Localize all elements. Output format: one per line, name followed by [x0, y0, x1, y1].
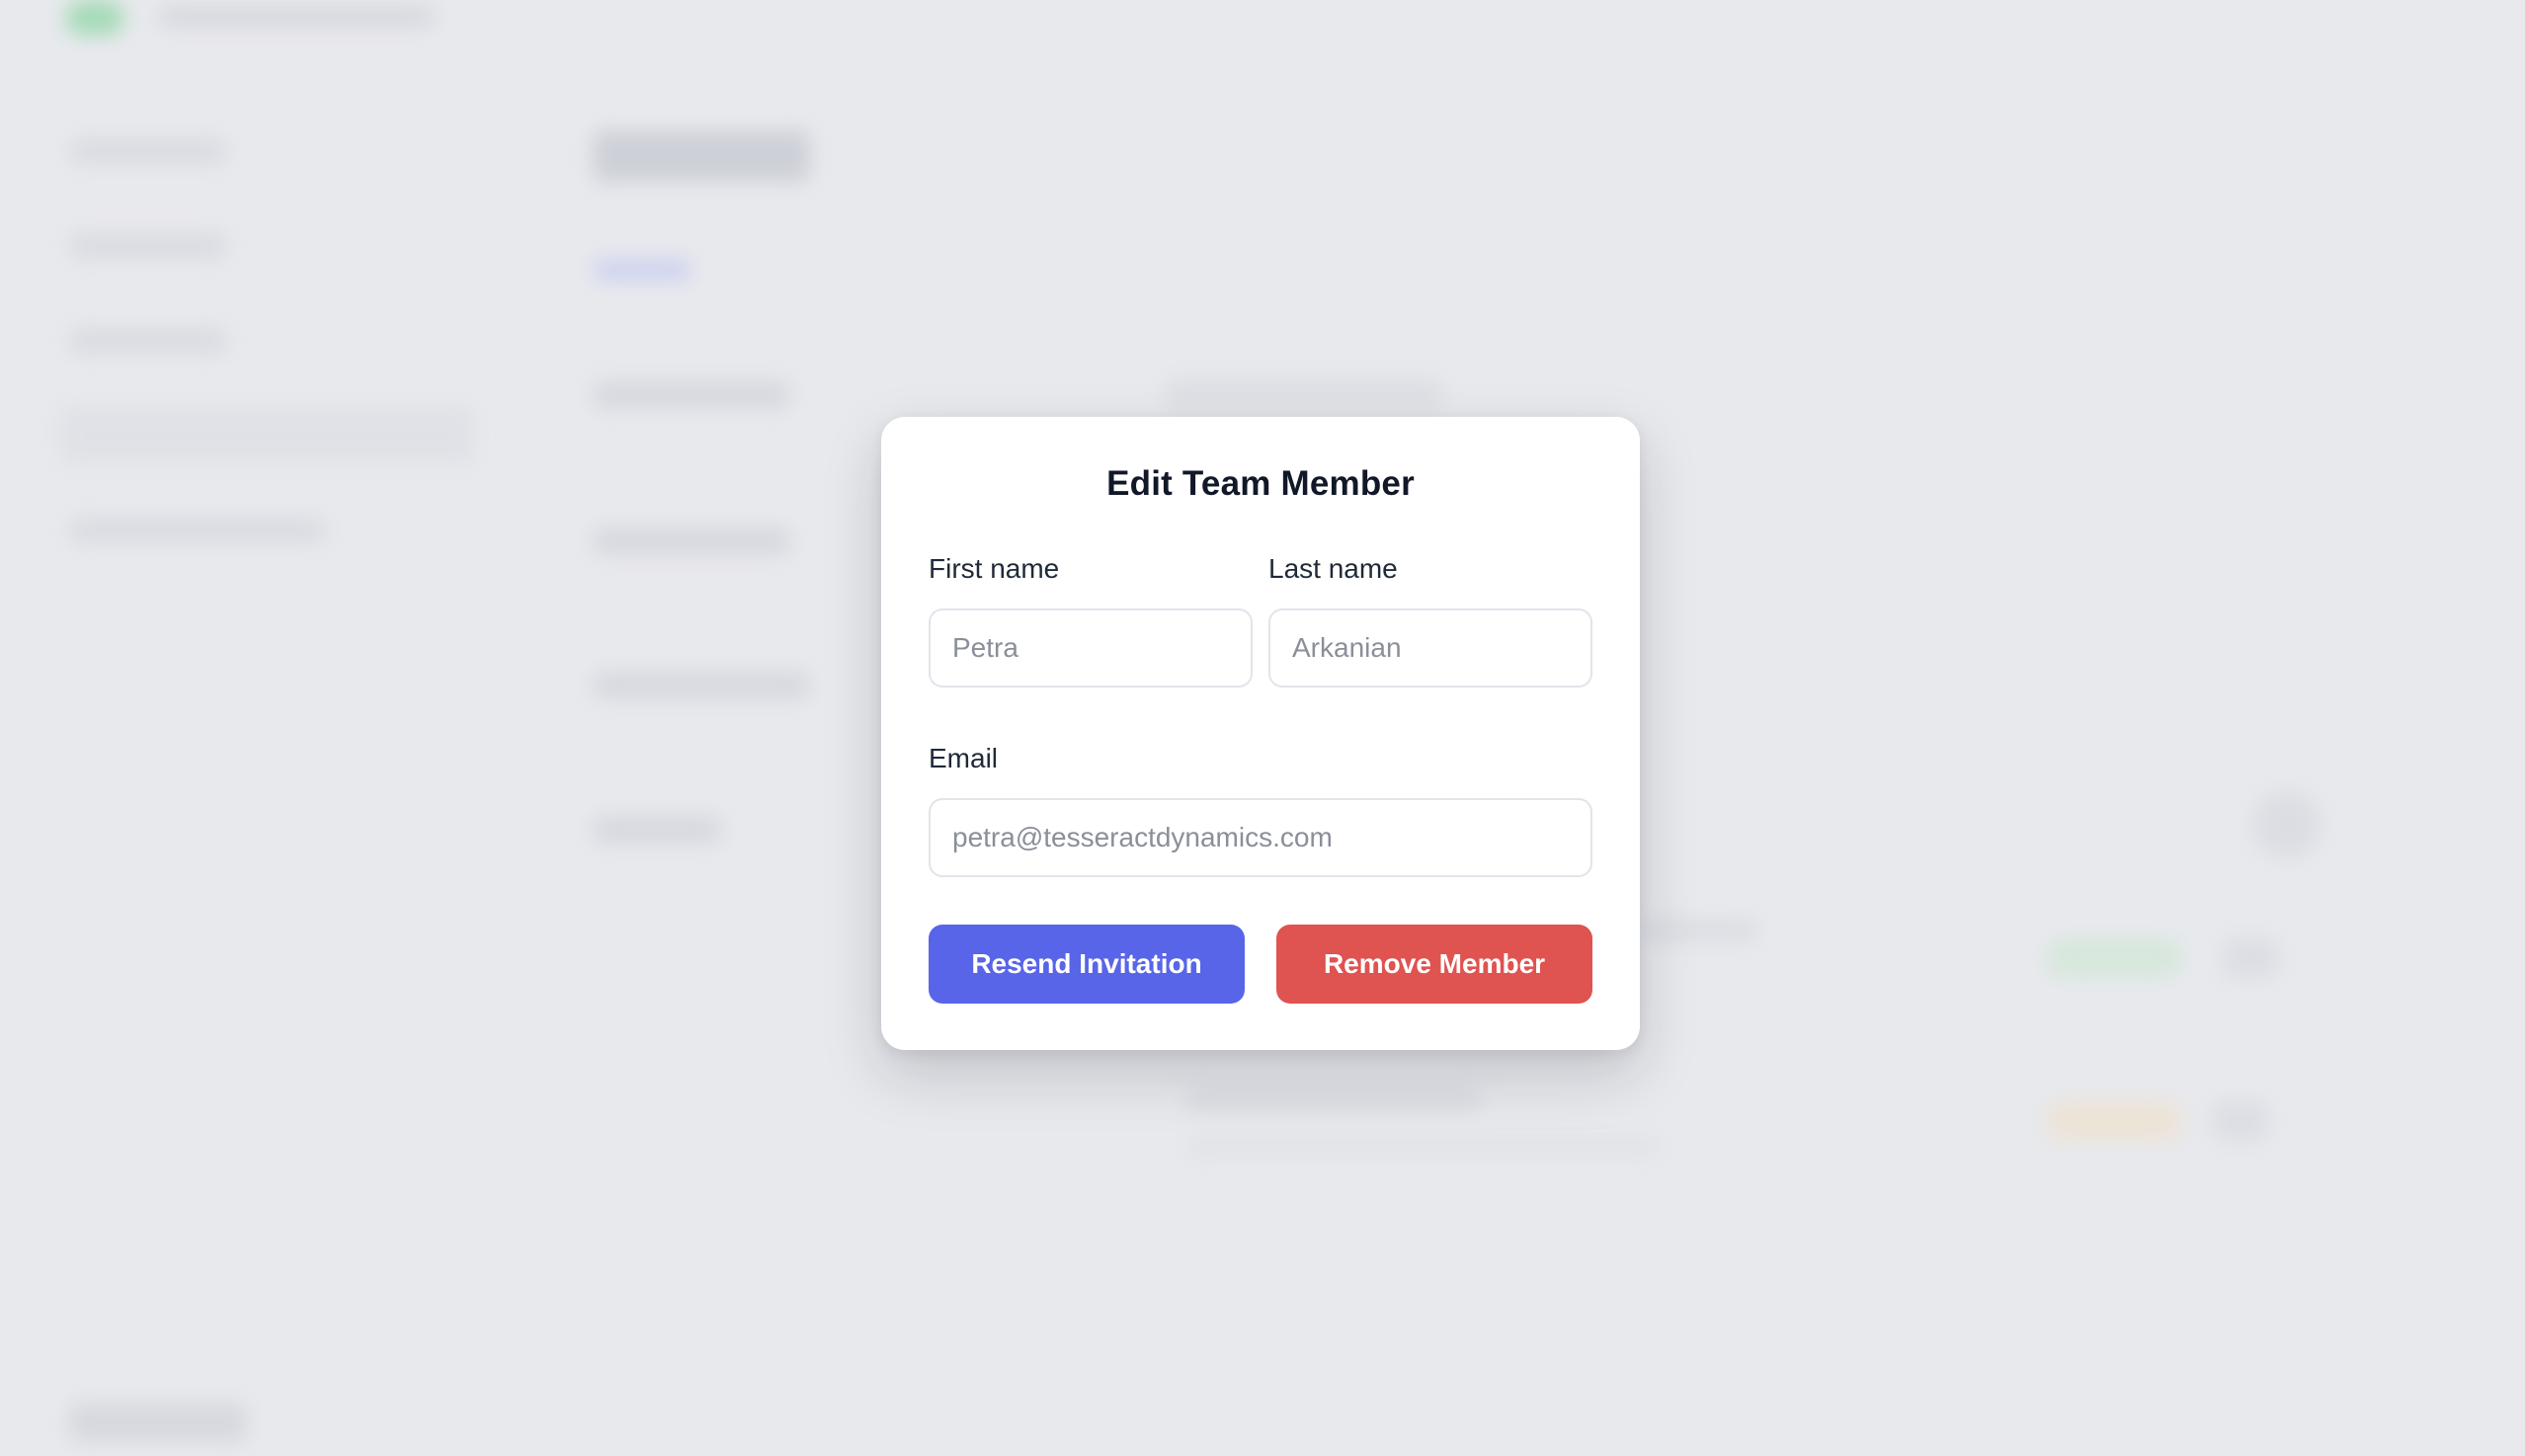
- row-text-placeholder: [1185, 1087, 1482, 1112]
- row-subtext-placeholder: [1185, 1136, 1660, 1158]
- remove-member-button[interactable]: Remove Member: [1276, 925, 1592, 1004]
- sidebar-item-placeholder: [69, 138, 227, 164]
- app-name-placeholder: [158, 6, 435, 28]
- status-badge-placeholder: [2045, 938, 2183, 978]
- email-label: Email: [929, 743, 999, 773]
- status-badge-placeholder: [2045, 1101, 2183, 1141]
- sidebar-item-active-placeholder: [59, 405, 474, 464]
- row-text-placeholder: [1640, 919, 1758, 942]
- section-label-placeholder: [593, 381, 790, 409]
- page-title-placeholder: [593, 130, 810, 182]
- tab-placeholder: [593, 259, 692, 281]
- section-label-placeholder: [593, 672, 810, 699]
- resend-invitation-button[interactable]: Resend Invitation: [929, 925, 1245, 1004]
- section-label-placeholder: [593, 816, 721, 844]
- email-input[interactable]: [929, 798, 1592, 877]
- section-label-placeholder: [593, 527, 790, 555]
- avatar-placeholder: [2252, 790, 2321, 859]
- user-profile-placeholder: [69, 1403, 247, 1442]
- action-icon-placeholder: [2213, 1101, 2268, 1141]
- action-icon-placeholder: [2223, 938, 2278, 978]
- first-name-label: First name: [929, 553, 1060, 584]
- edit-team-member-modal: Edit Team Member First name Last name Em…: [881, 417, 1640, 1050]
- sidebar-item-placeholder: [69, 328, 227, 354]
- last-name-label: Last name: [1268, 553, 1398, 584]
- modal-title: Edit Team Member: [1106, 464, 1415, 503]
- header-placeholder: [1166, 377, 1442, 411]
- last-name-input[interactable]: [1268, 608, 1592, 688]
- app-logo: [65, 0, 124, 36]
- sidebar-item-placeholder: [69, 233, 227, 259]
- sidebar-item-placeholder: [69, 518, 326, 543]
- first-name-input[interactable]: [929, 608, 1253, 688]
